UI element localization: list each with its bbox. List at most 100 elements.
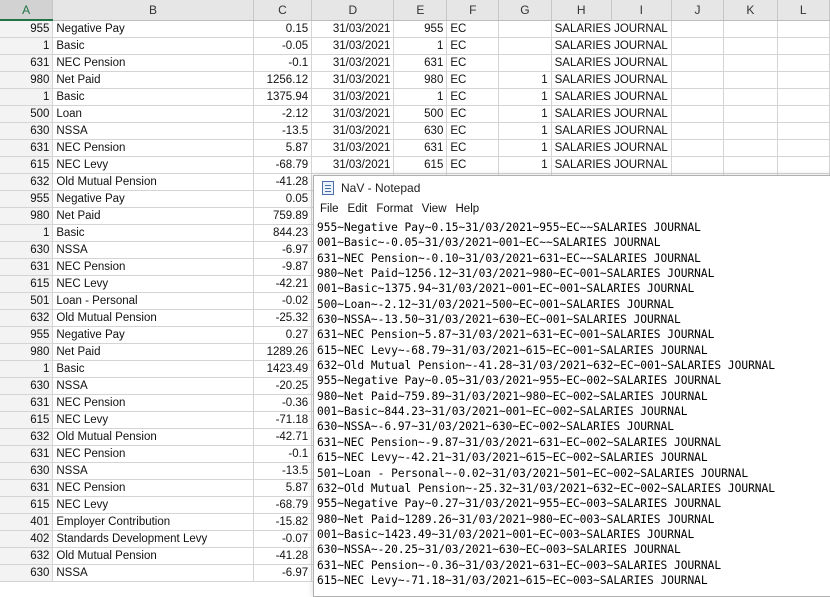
cell-empty[interactable] <box>671 54 725 72</box>
cell-a[interactable]: 1 <box>0 224 54 242</box>
cell-b[interactable]: NSSA <box>52 462 254 480</box>
cell-a[interactable]: 630 <box>0 122 54 140</box>
cell-b[interactable]: NEC Levy <box>52 411 254 429</box>
cell-empty[interactable] <box>777 122 830 140</box>
cell-b[interactable]: NEC Levy <box>52 275 254 293</box>
cell-empty[interactable] <box>777 105 830 123</box>
cell-c[interactable]: 5.87 <box>253 479 313 497</box>
cell-f[interactable]: EC <box>446 105 500 123</box>
column-header-g[interactable]: G <box>498 0 552 21</box>
column-header-b[interactable]: B <box>52 0 254 21</box>
cell-empty[interactable] <box>671 105 725 123</box>
cell-a[interactable]: 615 <box>0 275 54 293</box>
cell-h[interactable]: SALARIES JOURNAL <box>551 122 672 140</box>
cell-c[interactable]: -0.07 <box>253 530 313 548</box>
cell-empty[interactable] <box>671 37 725 55</box>
cell-empty[interactable] <box>671 156 725 174</box>
cell-b[interactable]: NEC Pension <box>52 139 254 157</box>
cell-f[interactable]: EC <box>446 139 500 157</box>
cell-f[interactable]: EC <box>446 54 500 72</box>
cell-b[interactable]: Standards Development Levy <box>52 530 254 548</box>
cell-d[interactable]: 31/03/2021 <box>311 156 395 174</box>
cell-f[interactable]: EC <box>446 20 500 38</box>
cell-e[interactable]: 1 <box>393 37 448 55</box>
cell-a[interactable]: 630 <box>0 377 54 395</box>
cell-b[interactable]: NEC Pension <box>52 479 254 497</box>
cell-empty[interactable] <box>671 20 725 38</box>
notepad-text-area[interactable]: 955~Negative Pay~0.15~31/03/2021~955~EC~… <box>314 219 830 588</box>
cell-e[interactable]: 500 <box>393 105 448 123</box>
cell-b[interactable]: Basic <box>52 360 254 378</box>
cell-c[interactable]: 0.15 <box>253 20 313 38</box>
column-header-k[interactable]: K <box>723 0 778 21</box>
cell-a[interactable]: 501 <box>0 292 54 310</box>
cell-c[interactable]: -6.97 <box>253 241 313 259</box>
column-header-l[interactable]: L <box>777 0 830 21</box>
cell-empty[interactable] <box>723 37 778 55</box>
cell-h[interactable]: SALARIES JOURNAL <box>551 20 672 38</box>
cell-g[interactable]: 1 <box>498 139 552 157</box>
cell-a[interactable]: 401 <box>0 513 54 531</box>
cell-a[interactable]: 631 <box>0 54 54 72</box>
column-header-i[interactable]: I <box>611 0 672 21</box>
cell-f[interactable]: EC <box>446 37 500 55</box>
cell-b[interactable]: Loan - Personal <box>52 292 254 310</box>
cell-b[interactable]: NSSA <box>52 241 254 259</box>
cell-a[interactable]: 630 <box>0 564 54 582</box>
cell-empty[interactable] <box>777 37 830 55</box>
cell-empty[interactable] <box>671 71 725 89</box>
cell-a[interactable]: 630 <box>0 462 54 480</box>
cell-a[interactable]: 632 <box>0 173 54 191</box>
cell-b[interactable]: NEC Pension <box>52 258 254 276</box>
cell-c[interactable]: -6.97 <box>253 564 313 582</box>
cell-a[interactable]: 1 <box>0 37 54 55</box>
cell-c[interactable]: -42.71 <box>253 428 313 446</box>
cell-b[interactable]: Old Mutual Pension <box>52 309 254 327</box>
menu-view[interactable]: View <box>422 203 447 215</box>
cell-c[interactable]: -0.36 <box>253 394 313 412</box>
cell-d[interactable]: 31/03/2021 <box>311 139 395 157</box>
cell-a[interactable]: 631 <box>0 394 54 412</box>
cell-c[interactable]: -0.1 <box>253 445 313 463</box>
cell-empty[interactable] <box>723 122 778 140</box>
cell-empty[interactable] <box>723 105 778 123</box>
cell-b[interactable]: Basic <box>52 37 254 55</box>
cell-empty[interactable] <box>777 156 830 174</box>
cell-empty[interactable] <box>723 20 778 38</box>
column-header-c[interactable]: C <box>253 0 313 21</box>
cell-h[interactable]: SALARIES JOURNAL <box>551 54 672 72</box>
cell-h[interactable]: SALARIES JOURNAL <box>551 105 672 123</box>
cell-b[interactable]: Loan <box>52 105 254 123</box>
cell-a[interactable]: 632 <box>0 547 54 565</box>
cell-d[interactable]: 31/03/2021 <box>311 88 395 106</box>
cell-f[interactable]: EC <box>446 88 500 106</box>
cell-a[interactable]: 980 <box>0 207 54 225</box>
cell-empty[interactable] <box>723 156 778 174</box>
cell-b[interactable]: Basic <box>52 88 254 106</box>
column-header-d[interactable]: D <box>311 0 395 21</box>
cell-h[interactable]: SALARIES JOURNAL <box>551 88 672 106</box>
cell-empty[interactable] <box>723 88 778 106</box>
cell-a[interactable]: 955 <box>0 190 54 208</box>
cell-b[interactable]: NEC Pension <box>52 54 254 72</box>
cell-c[interactable]: -68.79 <box>253 496 313 514</box>
cell-a[interactable]: 402 <box>0 530 54 548</box>
cell-h[interactable]: SALARIES JOURNAL <box>551 156 672 174</box>
cell-b[interactable]: NEC Levy <box>52 496 254 514</box>
cell-c[interactable]: -15.82 <box>253 513 313 531</box>
cell-f[interactable]: EC <box>446 71 500 89</box>
cell-b[interactable]: Employer Contribution <box>52 513 254 531</box>
cell-d[interactable]: 31/03/2021 <box>311 37 395 55</box>
cell-a[interactable]: 615 <box>0 496 54 514</box>
column-header-j[interactable]: J <box>671 0 725 21</box>
notepad-titlebar[interactable]: NaV - Notepad <box>314 176 830 199</box>
cell-b[interactable]: Old Mutual Pension <box>52 173 254 191</box>
cell-a[interactable]: 980 <box>0 71 54 89</box>
cell-a[interactable]: 1 <box>0 360 54 378</box>
cell-empty[interactable] <box>671 88 725 106</box>
cell-a[interactable]: 500 <box>0 105 54 123</box>
cell-h[interactable]: SALARIES JOURNAL <box>551 71 672 89</box>
cell-c[interactable]: -9.87 <box>253 258 313 276</box>
cell-b[interactable]: Net Paid <box>52 343 254 361</box>
cell-b[interactable]: Basic <box>52 224 254 242</box>
